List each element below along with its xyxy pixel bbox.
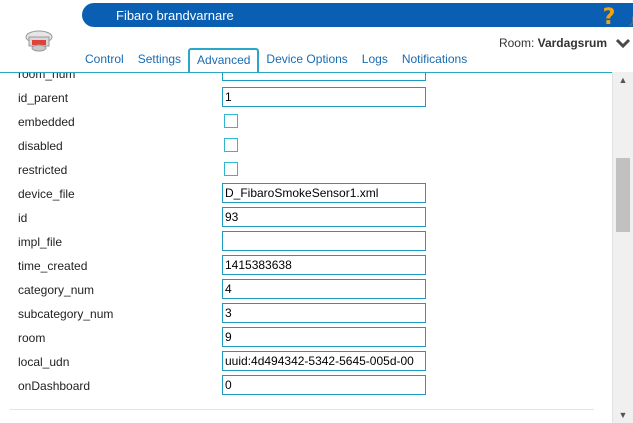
attribute-row-subcategory-num: subcategory_num 3 bbox=[0, 301, 612, 325]
room-name: Vardagsrum bbox=[537, 36, 607, 50]
divider bbox=[10, 409, 594, 410]
attribute-row-device-file: device_file D_FibaroSmokeSensor1.xml bbox=[0, 181, 612, 205]
attribute-row-impl-file: impl_file bbox=[0, 229, 612, 253]
restricted-checkbox[interactable] bbox=[224, 162, 238, 176]
attribute-label: subcategory_num bbox=[18, 307, 114, 321]
attribute-row-embedded: embedded bbox=[0, 109, 612, 133]
device-file-field[interactable]: D_FibaroSmokeSensor1.xml bbox=[222, 183, 426, 203]
room-prefix: Room: bbox=[498, 36, 535, 50]
attribute-label: category_num bbox=[18, 283, 95, 297]
tab-device-options[interactable]: Device Options bbox=[259, 48, 354, 72]
smoke-sensor-icon bbox=[24, 27, 54, 57]
vertical-scrollbar[interactable]: ▲ ▼ bbox=[612, 72, 633, 423]
tab-settings[interactable]: Settings bbox=[131, 48, 188, 72]
attribute-row-restricted: restricted bbox=[0, 157, 612, 181]
category-num-field[interactable]: 4 bbox=[222, 279, 426, 299]
scroll-down-icon[interactable]: ▼ bbox=[613, 407, 633, 423]
embedded-checkbox[interactable] bbox=[224, 114, 238, 128]
attribute-label: room bbox=[18, 331, 46, 345]
pin-icon[interactable] bbox=[627, 6, 633, 28]
attribute-row-room: room 9 bbox=[0, 325, 612, 349]
on-dashboard-field[interactable]: 0 bbox=[222, 375, 426, 395]
tab-bar: Control Settings Advanced Device Options… bbox=[78, 48, 474, 72]
disabled-checkbox[interactable] bbox=[224, 138, 238, 152]
id-parent-field[interactable]: 1 bbox=[222, 87, 426, 107]
scroll-thumb[interactable] bbox=[616, 158, 630, 232]
advanced-attributes-panel: room_num id_parent 1 embedded disabled r… bbox=[0, 72, 612, 423]
title-bar: Fibaro brandvarnare ? X bbox=[82, 3, 633, 30]
attribute-label: embedded bbox=[18, 115, 75, 129]
id-field[interactable]: 93 bbox=[222, 207, 426, 227]
tab-advanced[interactable]: Advanced bbox=[188, 48, 260, 72]
attribute-label: device_file bbox=[18, 187, 75, 201]
local-udn-field[interactable]: uuid:4d494342-5342-5645-005d-00 bbox=[222, 351, 426, 371]
attribute-label: local_udn bbox=[18, 355, 70, 369]
help-icon[interactable]: ? bbox=[598, 5, 620, 30]
attribute-label: time_created bbox=[18, 259, 88, 273]
attribute-row-disabled: disabled bbox=[0, 133, 612, 157]
attribute-label: id bbox=[18, 211, 28, 225]
tab-control[interactable]: Control bbox=[78, 48, 131, 72]
attribute-label: id_parent bbox=[18, 91, 69, 105]
attribute-label: impl_file bbox=[18, 235, 63, 249]
attribute-label: disabled bbox=[18, 139, 63, 153]
window-title: Fibaro brandvarnare bbox=[116, 8, 234, 23]
device-dialog: Fibaro brandvarnare ? X bbox=[0, 0, 633, 423]
room-field[interactable]: 9 bbox=[222, 327, 426, 347]
chevron-down-icon[interactable] bbox=[615, 36, 631, 49]
attribute-row-time-created: time_created 1415383638 bbox=[0, 253, 612, 277]
attribute-label: restricted bbox=[18, 163, 68, 177]
room-indicator: Room: Vardagsrum bbox=[499, 36, 607, 50]
time-created-field[interactable]: 1415383638 bbox=[222, 255, 426, 275]
impl-file-field[interactable] bbox=[222, 231, 426, 251]
attribute-row-category-num: category_num 4 bbox=[0, 277, 612, 301]
attribute-label: onDashboard bbox=[18, 379, 91, 393]
attribute-label: room_num bbox=[18, 72, 76, 81]
scroll-up-icon[interactable]: ▲ bbox=[613, 72, 633, 88]
attribute-row-id-parent: id_parent 1 bbox=[0, 85, 612, 109]
subcategory-num-field[interactable]: 3 bbox=[222, 303, 426, 323]
attribute-row-local-udn: local_udn uuid:4d494342-5342-5645-005d-0… bbox=[0, 349, 612, 373]
tab-notifications[interactable]: Notifications bbox=[395, 48, 474, 72]
attribute-row-id: id 93 bbox=[0, 205, 612, 229]
attribute-field[interactable] bbox=[222, 73, 426, 81]
tab-logs[interactable]: Logs bbox=[355, 48, 395, 72]
attribute-row-on-dashboard: onDashboard 0 bbox=[0, 373, 612, 397]
